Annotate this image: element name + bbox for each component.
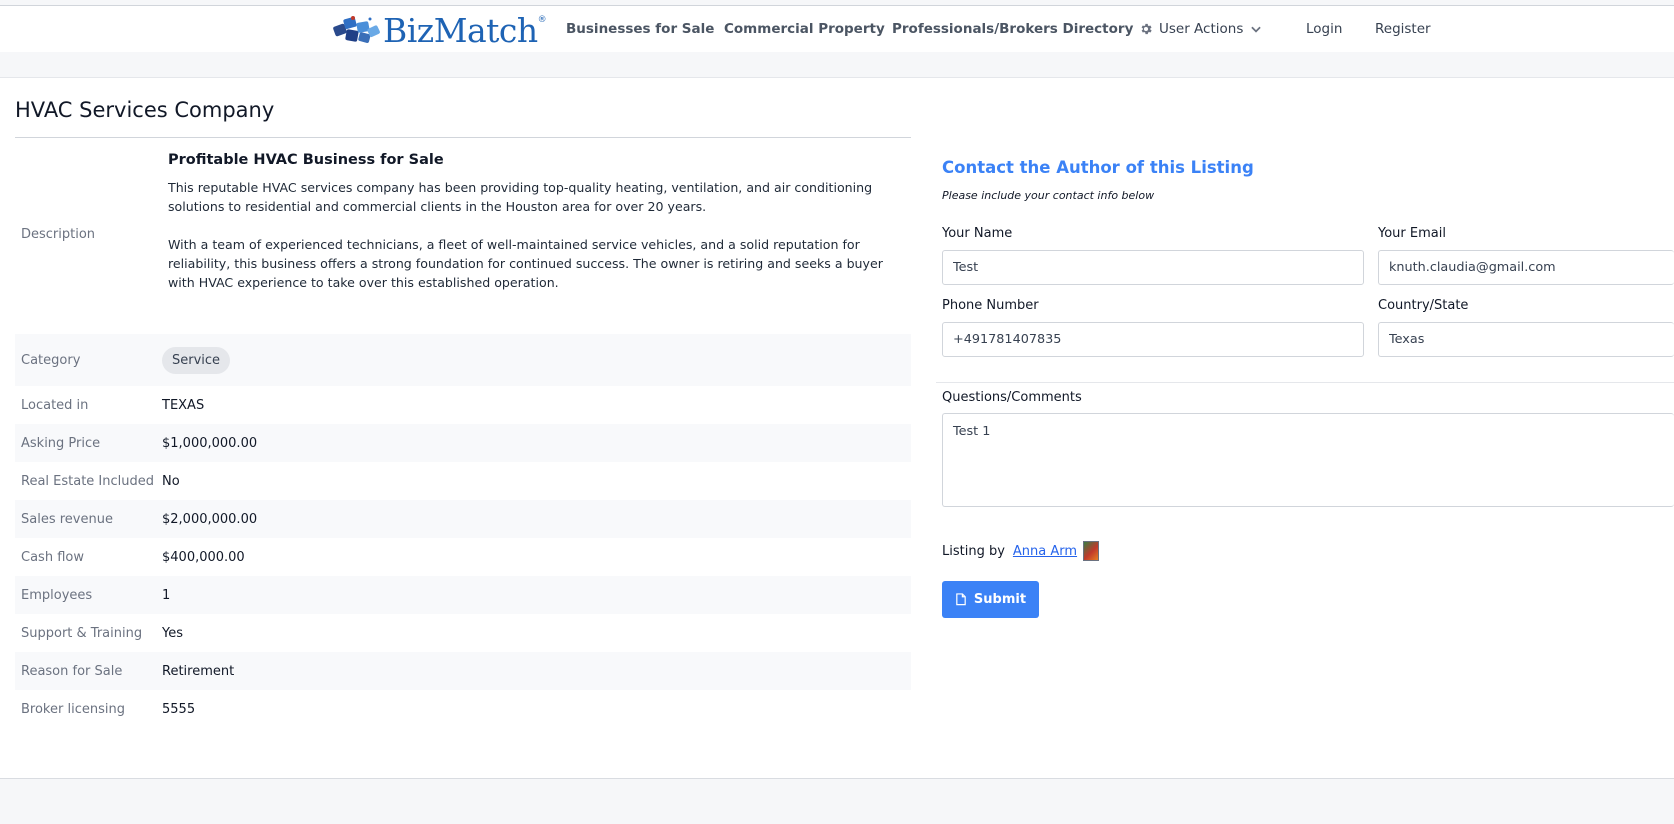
- category-badge: Service: [162, 346, 231, 374]
- detail-value: 5555: [162, 701, 196, 717]
- login-link[interactable]: Login: [1306, 21, 1342, 37]
- submit-label: Submit: [973, 592, 1027, 607]
- country-state-label: Country/State: [1378, 298, 1469, 313]
- detail-value: TEXAS: [162, 397, 205, 413]
- email-label: Your Email: [1378, 226, 1446, 241]
- detail-value: $2,000,000.00: [162, 511, 258, 527]
- gear-icon: [1141, 23, 1152, 35]
- description-block: Profitable HVAC Business for Sale This r…: [168, 152, 908, 311]
- submit-button[interactable]: Submit: [942, 581, 1039, 618]
- phone-input[interactable]: [942, 322, 1364, 357]
- description-label: Description: [21, 227, 96, 242]
- detail-row-employees: Employees 1: [15, 576, 911, 614]
- detail-value: $1,000,000.00: [162, 435, 258, 451]
- detail-label: Employees: [21, 587, 93, 603]
- detail-label: Broker licensing: [21, 701, 125, 717]
- description-paragraph: This reputable HVAC services company has…: [168, 180, 873, 214]
- listing-by-label: Listing by: [942, 543, 1005, 559]
- top-navbar: BizMatch ® Businesses for Sale Commercia…: [0, 6, 1674, 52]
- detail-row-category: Category Service: [15, 334, 911, 386]
- detail-label: Sales revenue: [21, 511, 113, 527]
- detail-label: Reason for Sale: [21, 663, 123, 679]
- description-paragraph: With a team of experienced technicians, …: [168, 237, 883, 290]
- bizmatch-logo[interactable]: BizMatch ®: [332, 10, 547, 50]
- detail-value: Retirement: [162, 663, 235, 679]
- detail-value: No: [162, 473, 180, 489]
- name-label: Your Name: [942, 226, 1013, 241]
- form-divider: [936, 382, 1674, 383]
- nav-commercial-property[interactable]: Commercial Property: [724, 21, 885, 37]
- name-input[interactable]: [942, 250, 1364, 285]
- detail-row-reason-for-sale: Reason for Sale Retirement: [15, 652, 911, 690]
- listing-headline: Profitable HVAC Business for Sale: [168, 152, 444, 168]
- nav-businesses-for-sale[interactable]: Businesses for Sale: [566, 21, 714, 37]
- detail-label: Located in: [21, 397, 89, 413]
- detail-value: Yes: [162, 625, 183, 641]
- detail-row-real-estate: Real Estate Included No: [15, 462, 911, 500]
- phone-label: Phone Number: [942, 298, 1039, 313]
- detail-row-location: Located in TEXAS: [15, 386, 911, 424]
- logo-text: BizMatch: [383, 10, 538, 50]
- nav-professionals-directory[interactable]: Professionals/Brokers Directory: [892, 21, 1133, 37]
- document-icon: [956, 593, 966, 606]
- detail-row-cash-flow: Cash flow $400,000.00: [15, 538, 911, 576]
- title-divider: [15, 137, 911, 138]
- user-actions-dropdown[interactable]: User Actions: [1139, 21, 1263, 37]
- contact-subtitle: Please include your contact info below: [942, 189, 1155, 202]
- detail-row-asking-price: Asking Price $1,000,000.00: [15, 424, 911, 462]
- detail-label: Category: [21, 352, 81, 368]
- contact-title: Contact the Author of this Listing: [942, 158, 1254, 177]
- detail-row-support-training: Support & Training Yes: [15, 614, 911, 652]
- detail-label: Real Estate Included: [21, 473, 155, 489]
- chevron-down-icon: [1251, 26, 1262, 33]
- logo-registered-mark: ®: [537, 15, 547, 25]
- detail-row-broker-licensing: Broker licensing 5555: [15, 690, 911, 728]
- listing-card: HVAC Services Company Description Profit…: [0, 77, 1674, 779]
- user-actions-label: User Actions: [1159, 21, 1244, 37]
- detail-label: Asking Price: [21, 435, 101, 451]
- puzzle-logo-icon: [333, 16, 380, 43]
- author-link[interactable]: Anna Arm: [1013, 544, 1077, 559]
- detail-row-sales-revenue: Sales revenue $2,000,000.00: [15, 500, 911, 538]
- register-link[interactable]: Register: [1375, 21, 1431, 37]
- comments-textarea[interactable]: Test 1: [942, 413, 1674, 507]
- page-title: HVAC Services Company: [15, 98, 275, 122]
- detail-value: 1: [162, 587, 171, 603]
- listing-by: Listing by Anna Arm: [942, 541, 1100, 561]
- detail-value: $400,000.00: [162, 549, 245, 565]
- detail-label: Support & Training: [21, 625, 143, 641]
- email-input[interactable]: [1378, 250, 1674, 285]
- detail-label: Cash flow: [21, 549, 84, 565]
- author-avatar[interactable]: [1083, 541, 1100, 561]
- comments-label: Questions/Comments: [942, 390, 1082, 405]
- country-state-input[interactable]: [1378, 322, 1674, 357]
